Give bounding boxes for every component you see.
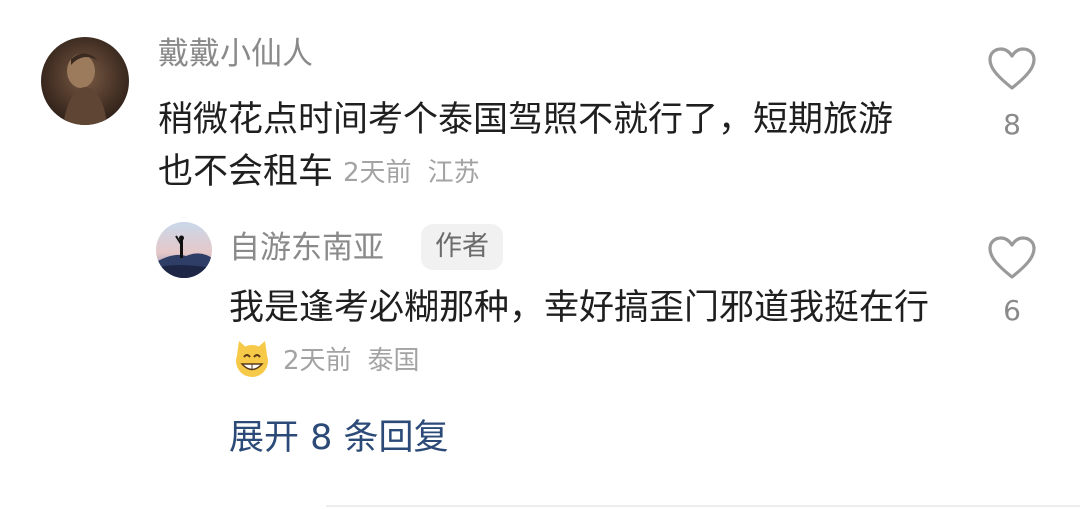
comment-text: 稍微花点时间考个泰国驾照不就行了，短期旅游也不会租车 — [158, 100, 894, 192]
author-badge: 作者 — [421, 224, 503, 270]
avatar-image — [41, 37, 129, 125]
comment-location: 江苏 — [427, 158, 480, 188]
divider — [326, 505, 1080, 507]
comment-text-block: 稍微花点时间考个泰国驾照不就行了，短期旅游也不会租车 2天前 江苏 — [158, 94, 918, 199]
like-button[interactable] — [982, 46, 1042, 96]
heart-outline-icon — [988, 47, 1036, 90]
reply-location: 泰国 — [367, 346, 420, 376]
expand-replies-link[interactable]: 展开 8 条回复 — [229, 416, 449, 460]
reply-avatar[interactable] — [156, 222, 212, 278]
comment-username[interactable]: 戴戴小仙人 — [158, 34, 313, 74]
grinning-cat-emoji — [231, 337, 273, 379]
reply-username[interactable]: 自游东南亚 — [229, 228, 384, 268]
comment-time: 2天前 — [343, 158, 412, 188]
reply-like-button[interactable] — [982, 235, 1042, 285]
heart-outline-icon — [988, 236, 1036, 279]
reply-like-count: 6 — [1003, 294, 1021, 327]
reply-text: 我是逢考必糊那种，幸好搞歪门邪道我挺在行 — [229, 288, 930, 328]
avatar-image — [156, 222, 212, 278]
avatar[interactable] — [41, 37, 129, 125]
reply-time: 2天前 — [283, 346, 352, 376]
reply-text-block: 我是逢考必糊那种，幸好搞歪门邪道我挺在行 2天前 泰国 — [229, 282, 949, 387]
like-count: 8 — [1003, 108, 1021, 141]
